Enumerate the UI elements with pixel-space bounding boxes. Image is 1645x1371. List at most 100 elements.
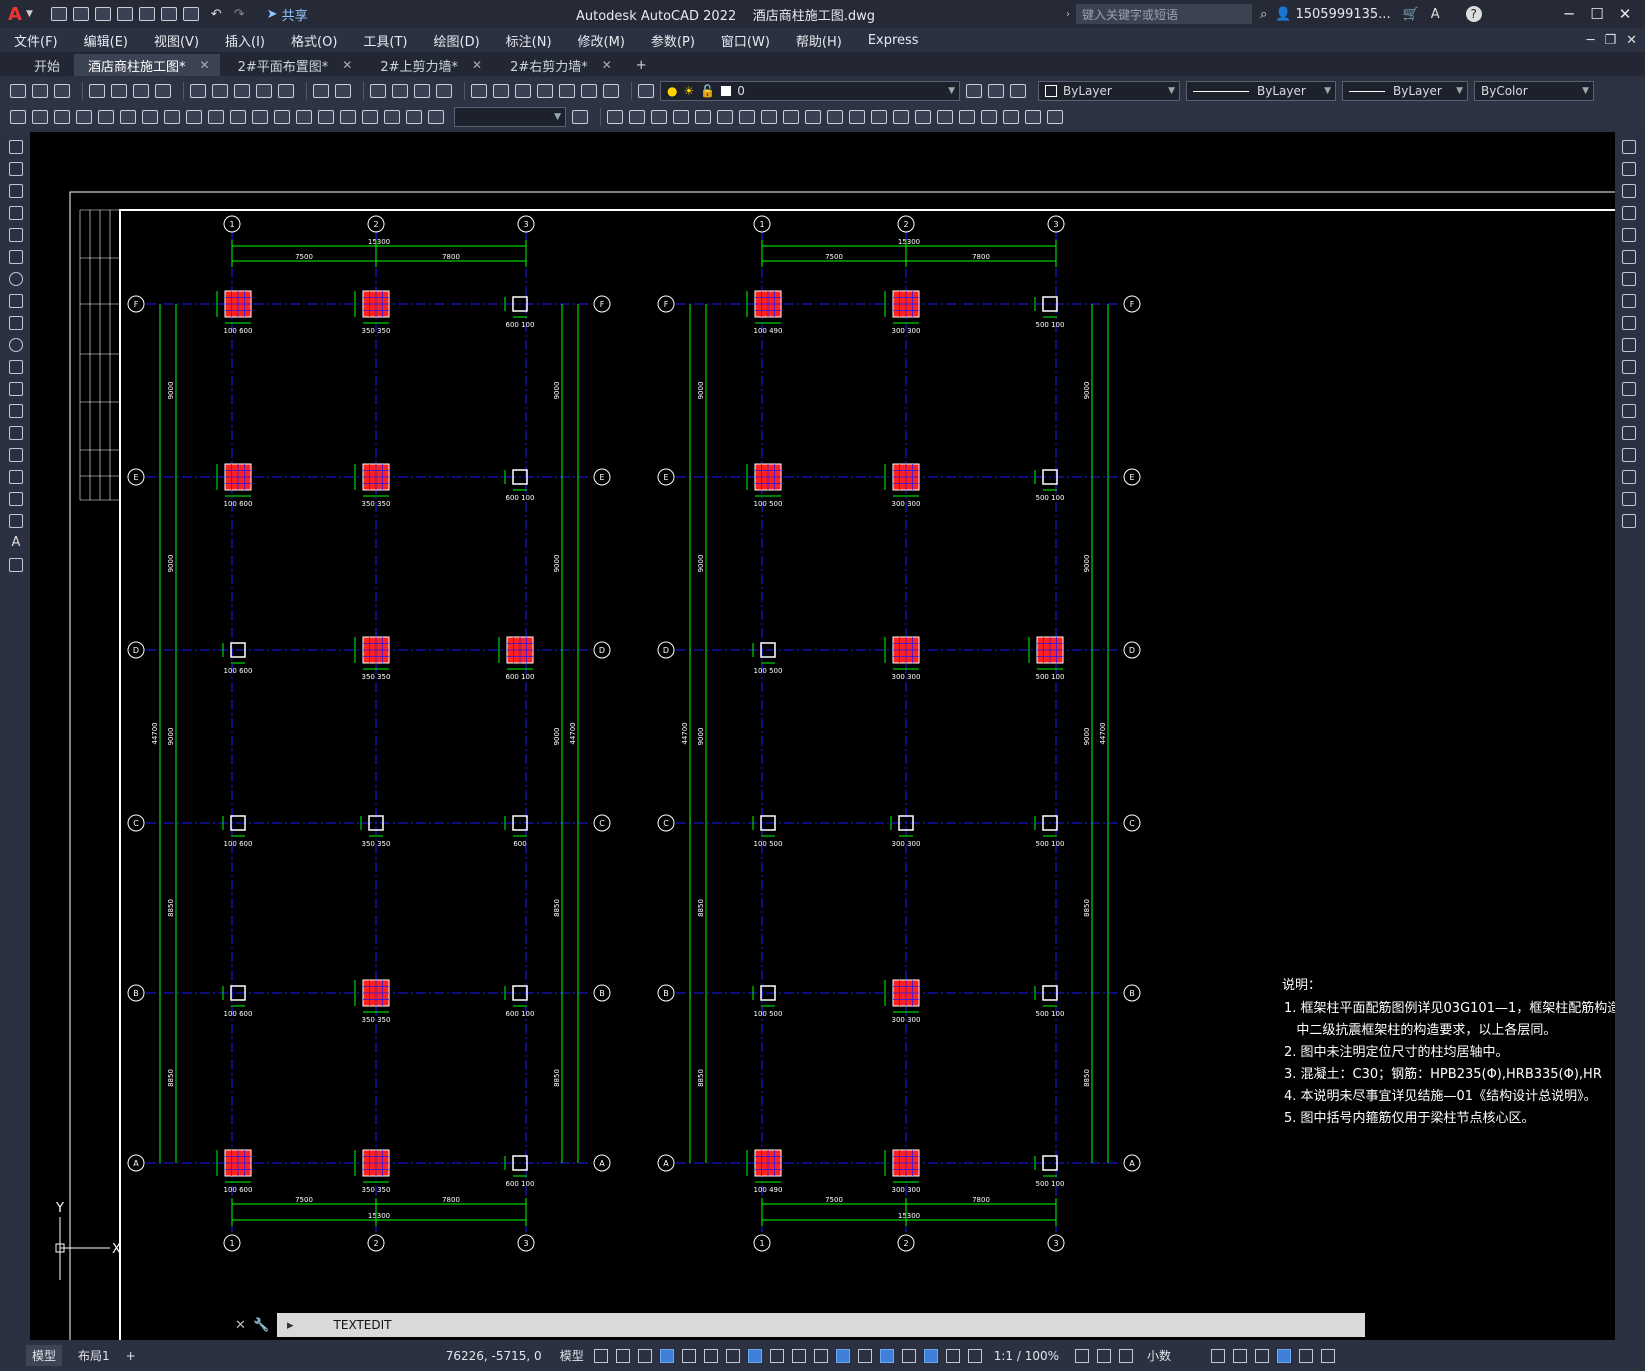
add-selected-icon[interactable]: [9, 558, 23, 572]
add-layout-icon[interactable]: +: [126, 1349, 136, 1363]
ellipse-icon[interactable]: [9, 338, 23, 352]
mtext-icon[interactable]: A: [9, 536, 23, 550]
auto-scale-icon[interactable]: [945, 1348, 960, 1363]
open-icon[interactable]: [72, 6, 89, 21]
dim-update-icon[interactable]: [428, 110, 444, 124]
revision-cloud-icon[interactable]: [9, 294, 23, 308]
autocad-logo-icon[interactable]: A: [8, 4, 22, 25]
layer-lock-icon[interactable]: 🔓: [700, 84, 715, 98]
clean-screen-icon[interactable]: [1299, 1348, 1314, 1363]
quick-properties-icon[interactable]: [1211, 1348, 1226, 1363]
undo-icon[interactable]: ↶: [211, 7, 222, 22]
dim-space-icon[interactable]: [252, 110, 268, 124]
tab-upper-shearwall[interactable]: 2#上剪力墙* ✕: [366, 54, 492, 76]
user-name[interactable]: 1505999135...: [1295, 7, 1390, 22]
join-icon[interactable]: [1622, 426, 1636, 440]
new-icon[interactable]: [50, 6, 67, 21]
publish-icon[interactable]: [133, 84, 149, 98]
layer-state-icon[interactable]: [1010, 84, 1026, 98]
undo-icon[interactable]: [313, 84, 329, 98]
fillet-icon[interactable]: [1622, 470, 1636, 484]
block-editor-icon[interactable]: [278, 84, 294, 98]
extend-icon[interactable]: [827, 110, 843, 124]
save-web-icon[interactable]: [160, 6, 177, 21]
hatch-back-icon[interactable]: [1047, 110, 1063, 124]
explode-icon[interactable]: [937, 110, 953, 124]
move-icon[interactable]: [1622, 250, 1636, 264]
redo-icon[interactable]: [335, 84, 351, 98]
break-icon[interactable]: [849, 110, 865, 124]
menu-format[interactable]: 格式(O): [291, 31, 337, 50]
infer-constraints-icon[interactable]: [637, 1348, 652, 1363]
annotation-visibility-icon[interactable]: [923, 1348, 938, 1363]
command-recent-icon[interactable]: ▸: [287, 1318, 294, 1333]
lineweight-dropdown[interactable]: ByLayer ▼: [1342, 81, 1468, 101]
design-center-icon[interactable]: [493, 84, 509, 98]
scale-icon[interactable]: [1622, 294, 1636, 308]
lock-ui-icon[interactable]: [1233, 1348, 1248, 1363]
array-icon[interactable]: [1622, 228, 1636, 242]
dynamic-ucs-icon[interactable]: [857, 1348, 872, 1363]
dim-jogged-icon[interactable]: [120, 110, 136, 124]
saveas-icon[interactable]: [116, 6, 133, 21]
inspect-icon[interactable]: [340, 110, 356, 124]
annotation-monitor-icon[interactable]: [1097, 1348, 1112, 1363]
stretch-icon[interactable]: [1622, 316, 1636, 330]
redo-icon[interactable]: ↷: [234, 7, 245, 22]
cut-icon[interactable]: [190, 84, 206, 98]
text-front-icon[interactable]: [1025, 110, 1041, 124]
region-icon[interactable]: [9, 492, 23, 506]
gradient-icon[interactable]: [9, 470, 23, 484]
dim-arc-icon[interactable]: [54, 110, 70, 124]
tool-palettes-icon[interactable]: [515, 84, 531, 98]
tab-start[interactable]: 开始: [0, 54, 70, 76]
gizmo-icon[interactable]: [901, 1348, 916, 1363]
menu-modify[interactable]: 修改(M): [578, 31, 625, 50]
menu-view[interactable]: 视图(V): [154, 31, 199, 50]
layer-on-icon[interactable]: ●: [667, 84, 677, 98]
extend-icon[interactable]: [1622, 360, 1636, 374]
paste-icon[interactable]: [234, 84, 250, 98]
workspace-icon[interactable]: [1075, 1348, 1090, 1363]
trim-icon[interactable]: [1622, 338, 1636, 352]
customization-icon[interactable]: [1321, 1348, 1336, 1363]
app-menu-chevron-icon[interactable]: ▼: [26, 9, 33, 19]
rectangle-icon[interactable]: [9, 228, 23, 242]
close-tab-icon[interactable]: ✕: [472, 58, 482, 72]
circle-icon[interactable]: [9, 272, 23, 286]
stretch-icon[interactable]: [783, 110, 799, 124]
units-value[interactable]: 小数: [1147, 1347, 1171, 1364]
plot-icon[interactable]: [89, 84, 105, 98]
autodesk-account-icon[interactable]: A: [1431, 7, 1440, 22]
table-icon[interactable]: [9, 514, 23, 528]
menu-draw[interactable]: 绘图(D): [434, 31, 480, 50]
dimstyle-dropdown[interactable]: ▼: [454, 107, 566, 127]
send-back-icon[interactable]: [1003, 110, 1019, 124]
color-dropdown[interactable]: ByLayer ▼: [1038, 81, 1180, 101]
erase-icon[interactable]: [607, 110, 623, 124]
selection-filter-icon[interactable]: [879, 1348, 894, 1363]
snap-icon[interactable]: [615, 1348, 630, 1363]
object-snap-icon[interactable]: [747, 1348, 762, 1363]
polygon-icon[interactable]: [9, 206, 23, 220]
dim-angular-icon[interactable]: [164, 110, 180, 124]
share-button[interactable]: ➤ 共享: [267, 5, 308, 24]
annotation-scale-icon[interactable]: [967, 1348, 982, 1363]
isolate-objects-icon[interactable]: [1255, 1348, 1270, 1363]
annotation-scale-value[interactable]: 1:1 / 100%: [994, 1349, 1059, 1363]
save-icon[interactable]: [94, 6, 111, 21]
doc-close-icon[interactable]: ✕: [1626, 33, 1637, 48]
fillet-icon[interactable]: [915, 110, 931, 124]
break-at-point-icon[interactable]: [1622, 382, 1636, 396]
object-snap-tracking-icon[interactable]: [725, 1348, 740, 1363]
doc-restore-icon[interactable]: ❐: [1604, 33, 1616, 48]
dim-break-icon[interactable]: [274, 110, 290, 124]
copy-object-icon[interactable]: [629, 110, 645, 124]
command-input[interactable]: TEXTEDIT: [334, 1318, 392, 1332]
dimstyle-icon[interactable]: [572, 110, 588, 124]
spline-icon[interactable]: [9, 316, 23, 330]
help-icon[interactable]: [603, 84, 619, 98]
units-icon[interactable]: [1119, 1348, 1134, 1363]
drawing-svg[interactable]: 1 1 2 2 3 3 F F E E D D C C B B A A 15300 7500 7800 7500 7800 1…: [30, 132, 1615, 1340]
dim-aligned-icon[interactable]: [32, 110, 48, 124]
